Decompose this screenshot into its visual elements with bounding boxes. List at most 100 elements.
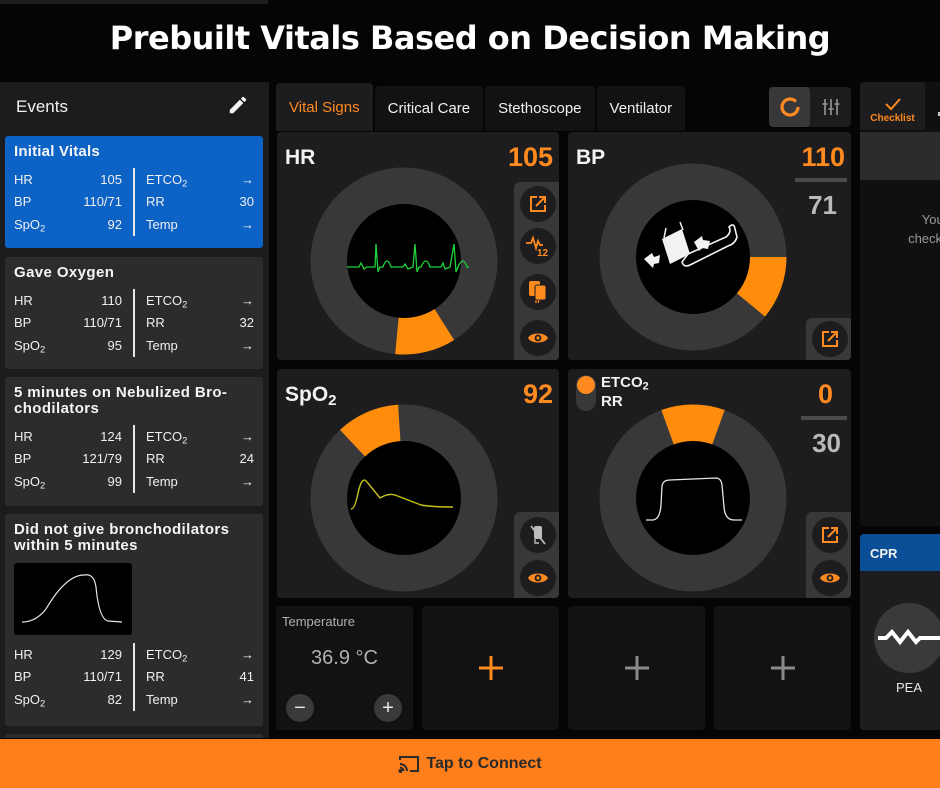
sensor-off-button[interactable] — [520, 517, 556, 553]
cpr-panel: CPR PEA — [860, 534, 940, 730]
bp-action-rail — [806, 318, 851, 360]
sliders-icon — [822, 99, 839, 115]
tab-vital-signs[interactable]: Vital Signs — [276, 83, 373, 131]
etco2-tile[interactable]: ETCO2 RR 0 30 — [568, 369, 851, 598]
event-vitals-grid: HR 129 BP 110/71 SpO2 82 ETCO2 → RR 41 Temp → — [14, 643, 254, 711]
tab-checklist[interactable]: Checklist — [860, 82, 925, 130]
vital-label: SpO2 — [14, 691, 46, 709]
event-vital-row: ETCO2 → — [146, 643, 254, 666]
event-vital-row: BP 121/79 — [14, 448, 122, 471]
vital-label: ETCO2 — [146, 292, 188, 310]
event-card[interactable]: Gave Oxygen HR 110 BP 110/71 SpO2 95 ETCO2 → RR 32… — [5, 257, 263, 369]
events-sidebar: Events Initial Vitals HR 105 BP 110/71 SpO2 92… — [0, 82, 269, 738]
vital-value: 124 — [100, 428, 122, 444]
event-vital-row: HR 110 — [14, 289, 122, 312]
tap-to-connect-label: Tap to Connect — [426, 754, 542, 772]
bp-diastolic-value: 71 — [808, 190, 837, 220]
checklist-header-band — [860, 132, 940, 180]
vital-value: 110/71 — [83, 315, 122, 331]
spo2-tile[interactable]: SpO2 92 — [277, 369, 559, 598]
event-vital-row: SpO2 95 — [14, 334, 122, 357]
arrow-icon: → — [241, 691, 254, 707]
vital-label: Temp — [146, 473, 178, 489]
vital-label: HR — [14, 428, 33, 444]
pencil-icon[interactable] — [227, 94, 249, 121]
tab-ventilator[interactable]: Ventilator — [596, 86, 686, 131]
external-link-button[interactable] — [812, 321, 848, 357]
arrow-icon: → — [241, 171, 254, 187]
vital-label: ETCO2 — [146, 646, 188, 664]
event-title: Initial Vitals — [14, 143, 100, 160]
pads-button[interactable] — [520, 274, 556, 310]
vital-value: 24 — [239, 451, 254, 467]
event-vital-row: HR 105 — [14, 168, 122, 191]
eye-button[interactable] — [520, 560, 556, 596]
event-vital-row: SpO2 82 — [14, 688, 122, 711]
tab-stethoscope[interactable]: Stethoscope — [485, 86, 595, 131]
event-vital-row: ETCO2 → — [146, 425, 254, 448]
temperature-increment-button[interactable]: + — [374, 694, 402, 722]
toggle-knob — [577, 376, 595, 394]
external-link-button[interactable] — [812, 517, 848, 553]
event-vital-row: RR 24 — [146, 448, 254, 471]
banner-title: Prebuilt Vitals Based on Decision Making — [109, 19, 831, 57]
temperature-value: 36.9 °C — [311, 647, 378, 669]
svg-text:12: 12 — [537, 248, 549, 258]
hr-tile[interactable]: HR 105 12 — [277, 132, 559, 360]
temperature-tile[interactable]: Temperature 36.9 °C − + — [276, 606, 413, 730]
arrow-icon: → — [241, 216, 254, 232]
tab-critical-care[interactable]: Critical Care — [374, 86, 484, 131]
hr-value: 105 — [507, 142, 553, 172]
external-link-button[interactable] — [520, 186, 556, 222]
event-vitals-column-left: HR 110 BP 110/71 SpO2 95 — [14, 289, 134, 357]
bp-tile[interactable]: BP 110 71 — [568, 132, 851, 360]
external-link-icon — [822, 527, 838, 543]
etco2-value: 0 — [817, 379, 833, 409]
eye-icon — [528, 573, 548, 583]
bp-gauge — [599, 163, 787, 351]
event-vitals-column-right: ETCO2 → RR 30 Temp → — [134, 168, 254, 236]
event-column-divider — [133, 168, 135, 236]
event-vital-row: BP 110/71 — [14, 191, 122, 214]
cpr-title: CPR — [860, 534, 940, 571]
event-card[interactable]: 5 minutes on Nebulized Bro-chodilators HR… — [5, 377, 263, 506]
pads-icon — [529, 281, 547, 304]
vital-value: 110 — [101, 292, 122, 308]
ring-view-button[interactable] — [769, 87, 810, 127]
event-vital-row: ETCO2 → — [146, 168, 254, 191]
pea-button[interactable] — [874, 603, 940, 673]
temperature-decrement-button[interactable]: − — [286, 694, 314, 722]
vital-label: SpO2 — [14, 337, 46, 355]
hr-gauge — [310, 167, 498, 355]
vital-label: SpO2 — [14, 216, 46, 234]
vital-value: 32 — [239, 315, 254, 331]
add-slot-3[interactable] — [714, 606, 851, 730]
add-slot-2[interactable] — [568, 606, 705, 730]
event-vital-row: ETCO2 → — [146, 289, 254, 312]
arrow-icon: → — [241, 473, 254, 489]
event-card[interactable]: Initial Vitals HR 105 BP 110/71 SpO2 92 ETCO2 → R… — [5, 136, 263, 248]
ring-view-icon — [779, 97, 800, 117]
eye-button[interactable] — [812, 560, 848, 596]
event-column-divider — [133, 643, 135, 711]
checklist-panel: Checklist Your Ch checklist — [860, 82, 940, 526]
sensor-off-icon — [530, 525, 546, 545]
add-slot-1[interactable] — [422, 606, 559, 730]
ecg-12-lead-button[interactable]: 12 — [520, 228, 556, 264]
vital-label: BP — [14, 451, 32, 467]
etco2-rr-toggle[interactable] — [576, 375, 596, 411]
plus-icon — [624, 656, 649, 680]
eye-icon — [528, 333, 548, 343]
plus-icon — [478, 656, 503, 680]
event-vital-row: Temp → — [146, 334, 254, 357]
tap-to-connect-bar[interactable]: Tap to Connect — [0, 739, 940, 788]
event-vitals-grid: HR 105 BP 110/71 SpO2 92 ETCO2 → RR 30 Temp → — [14, 168, 254, 236]
etco2-separator — [801, 416, 847, 420]
checkmark-icon — [884, 98, 901, 111]
eye-button[interactable] — [520, 320, 556, 356]
vital-value: 99 — [107, 473, 122, 489]
event-card[interactable]: Did not give bronchodilators within 5 mi… — [5, 514, 263, 726]
pea-label: PEA — [896, 680, 923, 695]
sliders-button[interactable] — [810, 87, 851, 127]
event-card-partial[interactable] — [5, 734, 263, 738]
